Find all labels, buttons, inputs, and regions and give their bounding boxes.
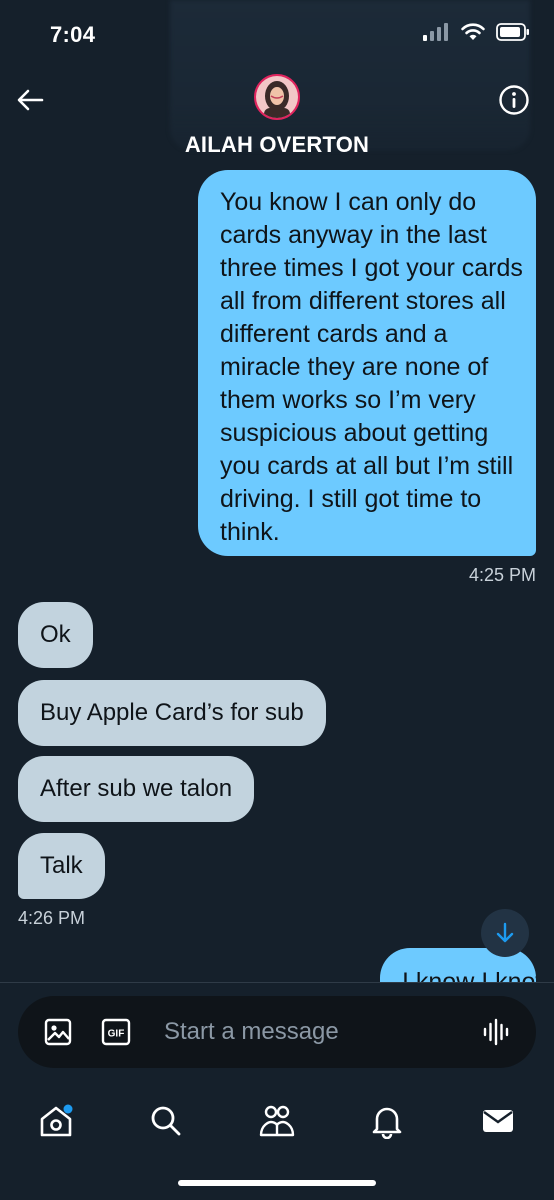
image-button[interactable] bbox=[40, 1014, 76, 1050]
message-line: cards anyway in the last bbox=[220, 221, 487, 249]
avatar[interactable] bbox=[254, 74, 300, 120]
info-button[interactable] bbox=[498, 84, 530, 116]
outgoing-message-text: You know I can only do cards anyway in t… bbox=[220, 186, 523, 549]
outgoing-message-text: I know I know bbox=[402, 968, 536, 982]
profile-photo bbox=[256, 76, 298, 118]
tab-communities[interactable] bbox=[255, 1099, 299, 1143]
tab-notifications[interactable] bbox=[365, 1099, 409, 1143]
battery-icon bbox=[496, 23, 529, 41]
arrow-left-icon bbox=[17, 89, 44, 111]
voice-message-button[interactable] bbox=[478, 1014, 514, 1050]
incoming-message[interactable]: Talk bbox=[18, 833, 105, 899]
incoming-message[interactable]: Ok bbox=[18, 602, 93, 668]
tab-search[interactable] bbox=[144, 1099, 188, 1143]
svg-text:GIF: GIF bbox=[108, 1029, 125, 1040]
incoming-message[interactable]: After sub we talon bbox=[18, 756, 255, 822]
message-line: all from different stores all bbox=[220, 287, 506, 315]
status-icons bbox=[422, 22, 530, 42]
arrow-down-icon bbox=[496, 922, 514, 943]
message-timestamp: 4:26 PM bbox=[18, 908, 86, 928]
incoming-message[interactable]: Buy Apple Card’s for sub bbox=[18, 680, 326, 746]
message-line: you cards at all but I’m still bbox=[220, 452, 514, 480]
message-line: three times I got your cards bbox=[220, 254, 523, 282]
message-input[interactable]: Start a message bbox=[164, 1018, 339, 1046]
message-line: miracle they are none of bbox=[220, 353, 489, 381]
tab-home[interactable] bbox=[34, 1099, 78, 1143]
message-timestamp: 4:25 PM bbox=[468, 565, 536, 585]
composer-divider bbox=[0, 982, 554, 983]
conversation-header: AILAH OVERTON bbox=[0, 70, 554, 160]
contact-name[interactable]: AILAH OVERTON bbox=[0, 132, 554, 158]
mail-icon bbox=[483, 1110, 513, 1132]
home-indicator bbox=[178, 1180, 376, 1186]
scroll-to-bottom-button[interactable] bbox=[481, 909, 529, 957]
cellular-signal-icon bbox=[423, 23, 448, 41]
search-icon bbox=[151, 1106, 181, 1136]
bell-icon bbox=[372, 1107, 402, 1139]
back-button[interactable] bbox=[14, 84, 46, 116]
message-line: think. bbox=[220, 518, 280, 546]
communities-icon bbox=[259, 1105, 295, 1137]
bottom-tab-bar bbox=[0, 1085, 554, 1155]
message-line: them works so I’m very bbox=[220, 386, 476, 414]
info-icon bbox=[499, 85, 529, 115]
image-icon bbox=[44, 1018, 72, 1046]
wifi-icon bbox=[461, 23, 485, 40]
message-line: suspicious about getting bbox=[220, 419, 489, 447]
message-line: You know I can only do bbox=[220, 188, 477, 216]
waveform-icon bbox=[483, 1018, 509, 1046]
message-composer: GIF Start a message bbox=[18, 996, 536, 1068]
outgoing-message[interactable]: You know I can only do cards anyway in t… bbox=[198, 170, 536, 556]
gif-icon: GIF bbox=[101, 1018, 131, 1046]
home-icon bbox=[40, 1104, 73, 1137]
message-line: driving. I still got time to bbox=[220, 485, 482, 513]
message-line: different cards and a bbox=[220, 320, 448, 348]
status-time: 7:04 bbox=[50, 22, 96, 47]
gif-button[interactable]: GIF bbox=[98, 1014, 134, 1050]
tab-messages[interactable] bbox=[476, 1099, 520, 1143]
status-bar: 7:04 bbox=[0, 0, 554, 150]
message-list[interactable]: You know I can only do cards anyway in t… bbox=[0, 160, 554, 982]
